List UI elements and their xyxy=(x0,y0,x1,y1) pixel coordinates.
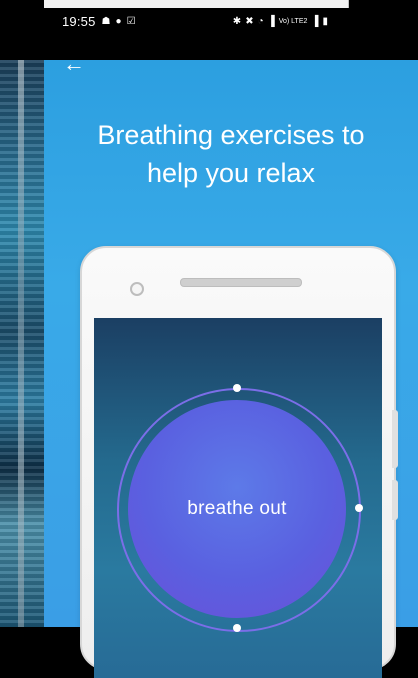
status-bar: 19:55 ☗ ● ☑ ✱ ✖ ◔ ▐ Vo) LTE2 ▐ ▮ xyxy=(44,8,418,34)
phone-mockup: breathe out xyxy=(80,246,396,678)
phone-speaker xyxy=(180,278,302,287)
breathing-circle: breathe out xyxy=(128,400,346,618)
back-arrow-icon[interactable]: ← xyxy=(60,50,88,78)
ring-dot-top xyxy=(233,384,241,392)
status-icons-right: ✱ ✖ ◔ ▐ Vo) LTE2 ▐ ▮ xyxy=(233,16,328,27)
status-time: 19:55 xyxy=(62,13,96,29)
ring-dot-right xyxy=(355,504,363,512)
bluetooth-icon: ✱ xyxy=(232,15,242,27)
ocean-photo-strip xyxy=(0,60,44,627)
page-title: Breathing exercises to help you relax xyxy=(44,116,418,192)
battery-icon: ▮ xyxy=(322,15,328,27)
lte-icon: Vo) LTE2 xyxy=(278,17,308,25)
ring-dot-bottom xyxy=(233,624,241,632)
status-icons-left: ☗ ● ☑ xyxy=(102,16,136,27)
main-content: ← Breathing exercises to help you relax … xyxy=(44,51,418,678)
mute-icon: ✖ xyxy=(245,15,254,27)
wifi-icon: ◔ xyxy=(257,15,264,27)
signal-icon: ▐ xyxy=(311,15,319,27)
notification-icon: ☗ xyxy=(101,15,111,27)
spotify-icon: ● xyxy=(115,15,122,27)
phone-side-button xyxy=(392,410,398,468)
checkbox-icon: ☑ xyxy=(126,15,136,27)
breathing-label: breathe out xyxy=(187,498,287,519)
title-line-1: Breathing exercises to xyxy=(97,120,365,150)
black-band xyxy=(44,34,418,60)
phone-screen: breathe out xyxy=(94,318,382,678)
phone-side-button-2 xyxy=(392,480,398,520)
photo-edge xyxy=(18,60,24,627)
signal-icon: ▐ xyxy=(267,15,275,27)
phone-camera xyxy=(130,282,144,296)
title-line-2: help you relax xyxy=(146,158,316,188)
